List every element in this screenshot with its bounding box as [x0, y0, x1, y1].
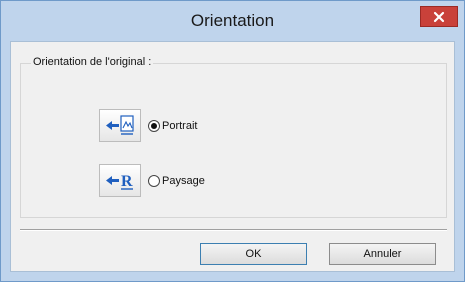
ok-button[interactable]: OK [200, 243, 307, 265]
landscape-radio[interactable] [148, 174, 160, 187]
svg-text:R: R [121, 173, 133, 190]
portrait-radio[interactable] [148, 119, 160, 132]
close-icon [433, 11, 445, 22]
portrait-orientation-icon [99, 109, 141, 142]
dialog-title: Orientation [190, 11, 275, 30]
separator [20, 229, 447, 231]
orientation-dialog: Orientation Orientation de l'original : [0, 0, 465, 282]
orientation-group: Orientation de l'original : Portrait R P… [20, 56, 447, 218]
option-portrait[interactable]: Portrait [99, 109, 197, 142]
dialog-body: Orientation de l'original : Portrait R P… [10, 41, 455, 272]
close-button[interactable] [420, 6, 458, 27]
option-landscape[interactable]: R Paysage [99, 164, 205, 197]
title-bar: Orientation [1, 1, 464, 41]
group-label: Orientation de l'original : [31, 56, 154, 68]
cancel-button[interactable]: Annuler [329, 243, 436, 265]
landscape-label[interactable]: Paysage [162, 175, 205, 187]
portrait-label[interactable]: Portrait [162, 120, 197, 132]
landscape-orientation-icon: R [99, 164, 141, 197]
